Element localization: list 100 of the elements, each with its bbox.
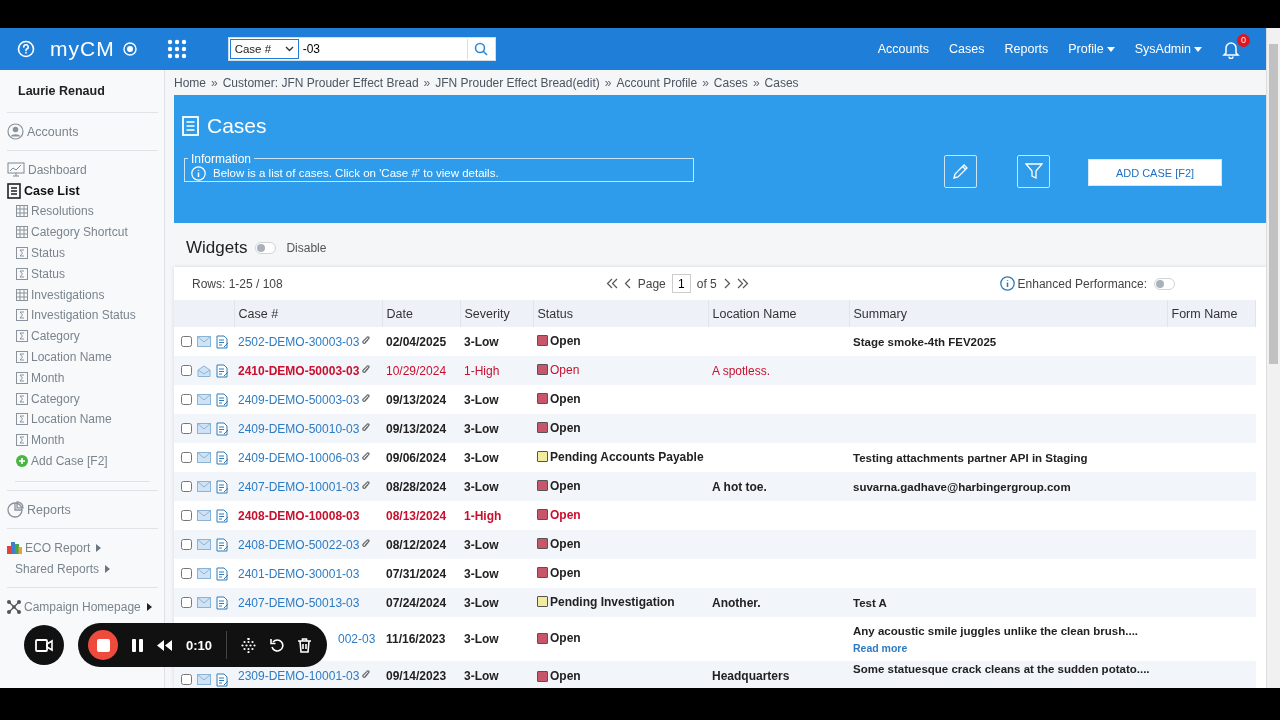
- apps-grid-icon[interactable]: [166, 39, 187, 59]
- breadcrumb-link[interactable]: Cases: [713, 75, 748, 90]
- row-checkbox[interactable]: [181, 423, 192, 434]
- case-link[interactable]: 2502-DEMO-30003-03: [238, 334, 360, 349]
- nav-link[interactable]: Reports: [1004, 42, 1049, 56]
- sidebar-link[interactable]: Shared Reports: [15, 561, 100, 576]
- edit-document-icon[interactable]: [216, 566, 229, 581]
- sidebar-link[interactable]: Investigation Status: [31, 308, 136, 323]
- breadcrumb-link[interactable]: Account Profile: [616, 75, 698, 90]
- widgets-toggle[interactable]: [255, 242, 277, 254]
- search-field[interactable]: Case # -03: [227, 37, 496, 61]
- edit-document-icon[interactable]: [216, 363, 229, 378]
- sidebar-link[interactable]: Resolutions: [31, 204, 94, 219]
- row-checkbox[interactable]: [181, 452, 192, 463]
- sidebar-link[interactable]: Dashboard: [28, 162, 87, 177]
- stop-button[interactable]: [88, 630, 118, 660]
- case-link[interactable]: 2401-DEMO-30001-03: [238, 566, 360, 581]
- last-page-icon[interactable]: [736, 278, 749, 289]
- edit-document-icon[interactable]: [216, 595, 229, 610]
- next-page-icon[interactable]: [722, 278, 731, 289]
- nav-link[interactable]: SysAdmin: [1134, 42, 1202, 56]
- row-checkbox[interactable]: [181, 481, 192, 492]
- sidebar-link[interactable]: Location Name: [31, 349, 112, 364]
- edit-document-icon[interactable]: [216, 392, 229, 407]
- bell-icon[interactable]: [1222, 39, 1240, 59]
- case-link[interactable]: 2409-DEMO-50003-03: [238, 392, 360, 407]
- date-cell: 09/13/2024: [386, 392, 447, 407]
- severity-cell: 3-Low: [464, 537, 499, 552]
- sidebar-link[interactable]: Reports: [27, 502, 71, 517]
- edit-document-icon[interactable]: [216, 479, 229, 494]
- sidebar-link[interactable]: Investigations: [31, 287, 105, 302]
- page-field[interactable]: 1: [671, 274, 691, 293]
- help-icon[interactable]: [17, 40, 35, 58]
- column-header[interactable]: Status: [533, 300, 708, 327]
- row-checkbox[interactable]: [181, 394, 192, 405]
- breadcrumb-link[interactable]: Home: [174, 75, 206, 90]
- rewind-icon[interactable]: [157, 639, 172, 651]
- read-more-link[interactable]: Read more: [853, 641, 1163, 654]
- edit-document-icon[interactable]: [216, 537, 229, 552]
- row-checkbox[interactable]: [181, 510, 192, 521]
- sidebar-link[interactable]: Location Name: [31, 412, 112, 427]
- sidebar-link[interactable]: Month: [31, 370, 65, 385]
- row-checkbox[interactable]: [181, 568, 192, 579]
- row-checkbox[interactable]: [181, 597, 192, 608]
- sidebar-link[interactable]: Status: [31, 266, 66, 281]
- row-checkbox[interactable]: [181, 674, 192, 685]
- sidebar-link[interactable]: Status: [31, 246, 66, 260]
- trash-icon[interactable]: [298, 637, 312, 653]
- sidebar-link[interactable]: Category: [31, 391, 80, 406]
- date-cell: 10/29/2024: [386, 363, 447, 378]
- nav-link[interactable]: Cases: [949, 42, 985, 56]
- sidebar-link[interactable]: Add Case [F2]: [31, 453, 108, 468]
- sidebar-link[interactable]: Category Shortcut: [31, 225, 128, 240]
- sidebar-link[interactable]: Accounts: [27, 124, 79, 139]
- column-header[interactable]: Form Name: [1167, 300, 1256, 327]
- edit-document-icon[interactable]: [216, 450, 229, 465]
- breadcrumb-link[interactable]: Customer: JFN Prouder Effect Bread: [222, 75, 419, 90]
- undo-icon[interactable]: [270, 637, 285, 653]
- summary-text: Testing attachments partner API in Staging: [853, 451, 1089, 464]
- dot-grid-icon[interactable]: [241, 637, 257, 653]
- breadcrumb-link[interactable]: JFN Prouder Effect Bread(edit): [435, 75, 600, 90]
- sidebar-link[interactable]: Case List: [24, 183, 80, 198]
- edit-document-icon[interactable]: [216, 421, 229, 436]
- scrollbar[interactable]: [1266, 28, 1280, 688]
- column-header[interactable]: Date: [382, 300, 460, 327]
- case-link[interactable]: 2408-DEMO-10008-03: [238, 508, 360, 523]
- edit-document-icon[interactable]: [216, 672, 229, 687]
- table-icon: [16, 226, 28, 239]
- line-chart-icon: [7, 162, 25, 177]
- pause-icon[interactable]: [132, 638, 143, 652]
- app-logo[interactable]: myCM: [50, 37, 115, 61]
- nav-link[interactable]: Accounts: [877, 42, 930, 56]
- edit-document-icon[interactable]: [216, 508, 229, 523]
- column-header[interactable]: Case #: [234, 300, 382, 327]
- severity-cell: 3-Low: [464, 566, 499, 581]
- previous-page-icon[interactable]: [623, 278, 632, 289]
- column-header[interactable]: Severity: [460, 300, 533, 327]
- search-type-dropdown[interactable]: Case #: [229, 39, 299, 59]
- filter-button[interactable]: [1017, 155, 1050, 188]
- enhanced-performance-toggle[interactable]: [1154, 277, 1175, 290]
- column-header[interactable]: Location Name: [708, 300, 849, 327]
- add-case-button[interactable]: ADD CASE [F2]: [1088, 159, 1222, 186]
- page-total: of 5: [696, 276, 717, 291]
- first-page-icon[interactable]: [605, 278, 618, 289]
- sidebar-link[interactable]: Campaign Homepage: [24, 599, 141, 614]
- case-link[interactable]: 002-03: [338, 632, 376, 646]
- edit-button[interactable]: [944, 155, 977, 188]
- nav-link[interactable]: Profile: [1068, 42, 1115, 56]
- row-checkbox[interactable]: [181, 539, 192, 550]
- edit-document-icon[interactable]: [216, 334, 229, 349]
- row-checkbox[interactable]: [181, 336, 192, 347]
- row-checkbox[interactable]: [181, 365, 192, 376]
- breadcrumb-link[interactable]: Cases: [764, 75, 799, 90]
- case-link[interactable]: 2409-DEMO-10006-03: [238, 450, 360, 465]
- sidebar-link[interactable]: Month: [31, 433, 65, 448]
- sigma-icon: [16, 309, 28, 322]
- sidebar-link[interactable]: ECO Report: [25, 540, 91, 555]
- column-header[interactable]: Summary: [849, 300, 1167, 327]
- sidebar-link[interactable]: Category: [31, 329, 80, 344]
- breadcrumb-separator: »: [211, 75, 218, 90]
